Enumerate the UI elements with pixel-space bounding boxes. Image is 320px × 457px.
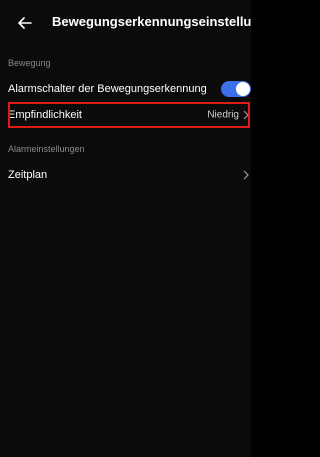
alarm-switch-label: Alarmschalter der Bewegungserkennung <box>8 83 207 95</box>
chevron-right-icon <box>243 170 249 180</box>
section-label-alarm: Alarmeinstellungen <box>8 144 85 154</box>
alarm-switch-toggle[interactable] <box>221 81 251 97</box>
alarm-switch-row: Alarmschalter der Bewegungserkennung <box>8 76 251 102</box>
sensitivity-highlight-box <box>8 102 250 128</box>
schedule-row[interactable]: Zeitplan <box>8 162 251 188</box>
back-button[interactable] <box>14 12 36 34</box>
arrow-left-icon <box>18 17 32 29</box>
toggle-knob <box>236 82 250 96</box>
motion-detection-settings-screen: Bewegungserkennungseinstellun Bewegung A… <box>0 0 251 457</box>
section-label-motion: Bewegung <box>8 58 51 68</box>
schedule-label: Zeitplan <box>8 169 48 181</box>
top-bar: Bewegungserkennungseinstellun <box>0 0 251 46</box>
page-title: Bewegungserkennungseinstellun <box>52 14 251 29</box>
